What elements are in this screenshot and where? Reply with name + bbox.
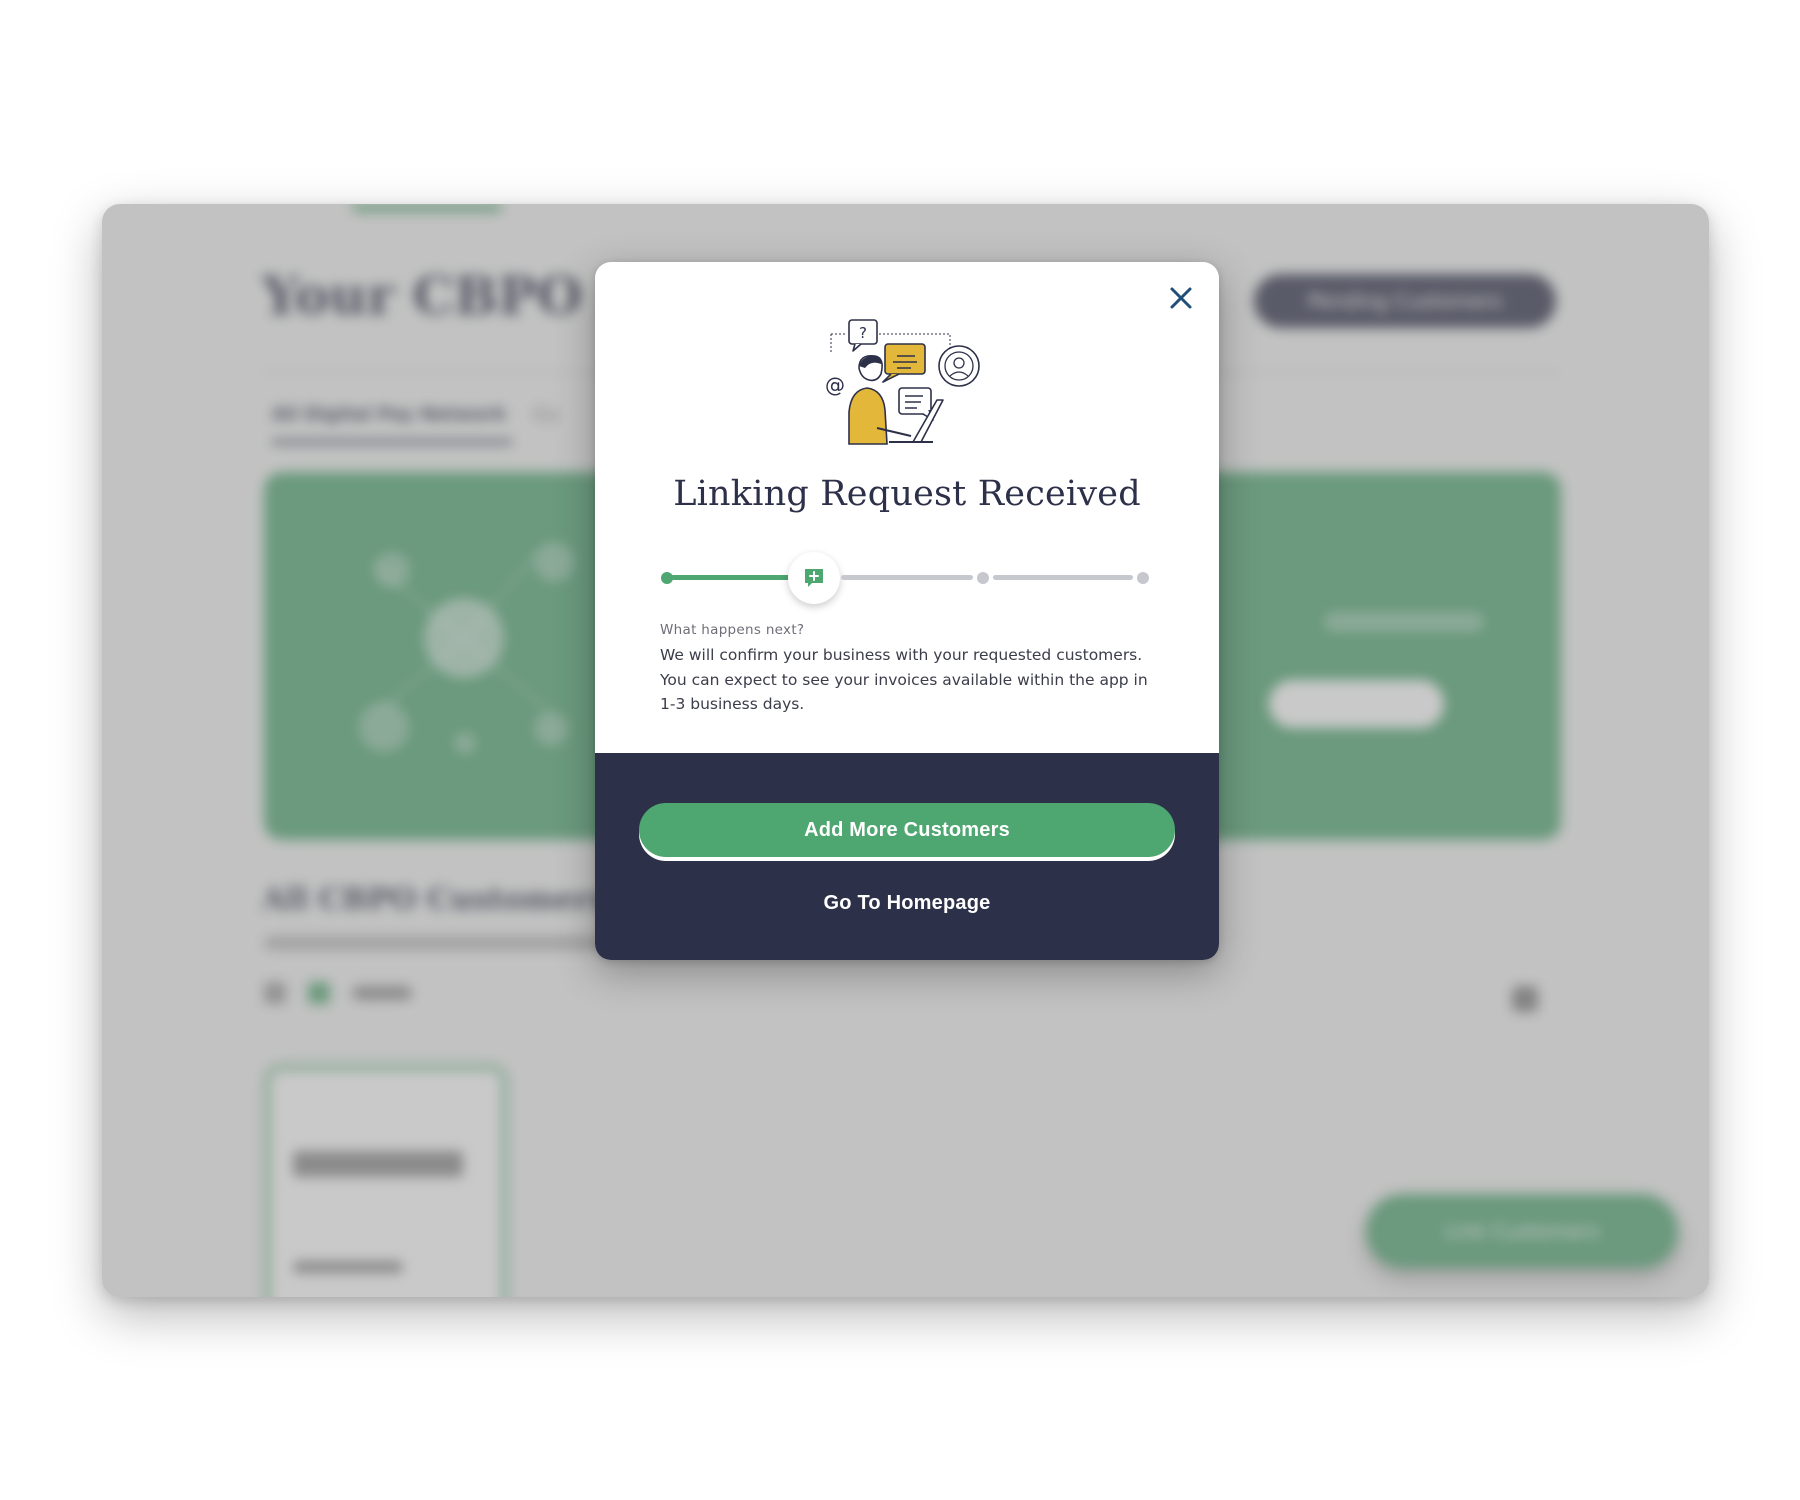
progress-segment-pending <box>841 575 973 580</box>
next-steps-heading: What happens next? <box>660 622 805 638</box>
customers-section-subtitle <box>264 936 604 950</box>
link-customers-fab: Link Customers <box>1366 1194 1678 1268</box>
customer-logo <box>293 1151 463 1177</box>
svg-text:?: ? <box>859 324 867 342</box>
app-page-title: Your CBPO <box>262 266 583 327</box>
close-icon <box>1170 287 1192 309</box>
progress-segment-completed <box>671 575 793 580</box>
top-nav-accent <box>352 204 502 212</box>
network-node-icon <box>374 552 410 588</box>
customer-card <box>264 1064 508 1297</box>
customers-section-title: All CBPO Customers <box>262 882 607 917</box>
network-hub-icon <box>424 598 504 678</box>
progress-step-4 <box>1137 572 1149 584</box>
customer-card-label <box>293 1261 403 1273</box>
modal-title: Linking Request Received <box>673 474 1141 514</box>
tab-customers: Cu <box>534 404 558 425</box>
grid-view-icon <box>308 982 330 1004</box>
network-node-icon <box>534 542 574 582</box>
go-to-homepage-button[interactable]: Go To Homepage <box>639 881 1175 925</box>
progress-step-2-current <box>788 552 840 604</box>
sort-label <box>352 986 412 1000</box>
progress-stepper <box>661 550 1153 606</box>
search-icon <box>1512 986 1538 1012</box>
progress-step-3 <box>977 572 989 584</box>
banner-text <box>1324 612 1484 632</box>
network-node-icon <box>454 732 476 754</box>
add-more-customers-button[interactable]: Add More Customers <box>639 803 1175 857</box>
network-node-icon <box>534 712 568 746</box>
progress-segment-pending <box>993 575 1133 580</box>
banner-cta-button <box>1269 680 1444 728</box>
next-steps-description: We will confirm your business with your … <box>660 646 1148 713</box>
svg-text:@: @ <box>825 373 845 397</box>
customer-support-illustration-icon: ? @ <box>825 319 980 445</box>
linking-request-modal: ? @ Linking Request Received What happen… <box>595 262 1219 960</box>
pending-customers-button: Pending Customers <box>1254 274 1556 328</box>
network-node-icon <box>359 702 409 752</box>
modal-footer: Add More Customers Go To Homepage <box>595 753 1219 960</box>
filter-icon <box>264 982 286 1004</box>
customers-toolbar <box>264 982 412 1004</box>
close-button[interactable] <box>1161 278 1201 318</box>
tab-all-network: All Digital Pay Network <box>272 404 512 444</box>
chat-plus-icon <box>805 569 823 587</box>
